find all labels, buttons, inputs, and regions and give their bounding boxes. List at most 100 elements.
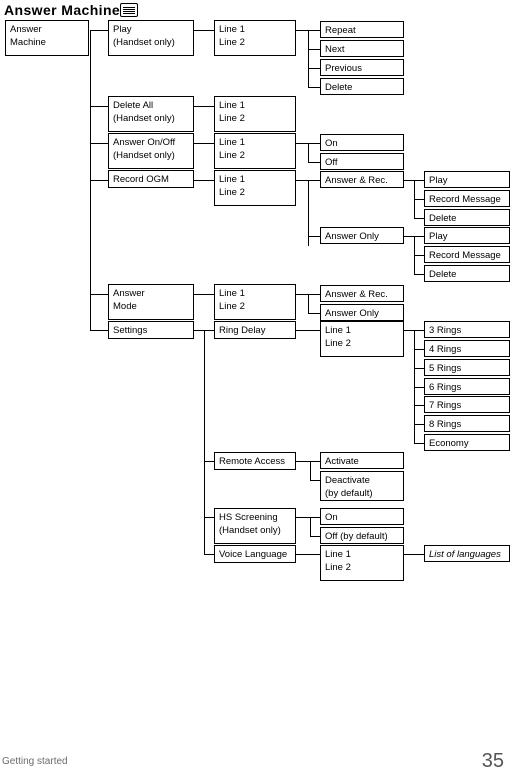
node-delete-all-lines: Line 1 Line 2 [214, 96, 296, 132]
connector-hs-screening [204, 517, 214, 518]
node-play-next: Next [320, 40, 404, 57]
connector-remote-deactivate [310, 480, 320, 481]
node-voice-language-lines: Line 1 Line 2 [320, 545, 404, 581]
connector-mode-answer-and-rec [308, 294, 320, 295]
node-mode-answer-only: Answer Only [320, 304, 404, 321]
node-hs-on: On [320, 508, 404, 525]
connector-play-previous [308, 68, 320, 69]
node-hs-screening: HS Screening (Handset only) [214, 508, 296, 544]
connector-ring-4 [414, 349, 424, 350]
node-answer-mode-lines: Line 1 Line 2 [214, 284, 296, 320]
connector-play-actions-trunk [308, 30, 309, 88]
connector-ring-delay [204, 330, 214, 331]
node-ogm-ar-record-message: Record Message [424, 190, 510, 207]
connector-ogm-ao-to-actions [404, 236, 414, 237]
connector-ring-3 [414, 330, 424, 331]
connector-mode-answer-only [308, 313, 320, 314]
node-ring-economy: Economy [424, 434, 510, 451]
connector-voice-language-lines [296, 554, 320, 555]
node-ogm-answer-and-rec: Answer & Rec. [320, 171, 404, 188]
node-mode-answer-and-rec: Answer & Rec. [320, 285, 404, 302]
node-ogm-ar-delete: Delete [424, 209, 510, 226]
node-answer-machine: Answer Machine [5, 20, 89, 56]
connector-hs-off [310, 536, 320, 537]
connector-root-play [90, 30, 108, 31]
connector-root-answer-on-off [90, 143, 108, 144]
node-remote-deactivate: Deactivate (by default) [320, 471, 404, 501]
node-answer-off: Off [320, 153, 404, 170]
node-ring-3: 3 Rings [424, 321, 510, 338]
node-play: Play (Handset only) [108, 20, 194, 56]
node-answer-on: On [320, 134, 404, 151]
node-voice-language: Voice Language [214, 545, 296, 563]
connector-play-lines [194, 30, 214, 31]
connector-answer-mode-trunk [308, 294, 309, 313]
connector-answer-mode-lines [194, 294, 214, 295]
node-ring-6: 6 Rings [424, 378, 510, 395]
connector-root-delete-all [90, 106, 108, 107]
node-ogm-ar-play: Play [424, 171, 510, 188]
node-ogm-ao-delete: Delete [424, 265, 510, 282]
node-answer-mode: Answer Mode [108, 284, 194, 320]
connector-root-settings [90, 330, 108, 331]
connector-answer-mode-to-values [296, 294, 308, 295]
node-ogm-answer-only: Answer Only [320, 227, 404, 244]
connector-answer-on-off-lines [194, 143, 214, 144]
node-list-of-languages: List of languages [424, 545, 510, 562]
connector-answer-on-off-trunk [308, 143, 309, 162]
node-record-ogm: Record OGM [108, 170, 194, 188]
node-ring-delay-lines: Line 1 Line 2 [320, 321, 404, 357]
node-ring-delay: Ring Delay [214, 321, 296, 339]
connector-ogm-answer-only [308, 236, 320, 237]
connector-record-ogm-to-modes [296, 180, 308, 181]
connector-ogm-ao-delete [414, 274, 424, 275]
answer-machine-icon [120, 3, 138, 17]
page-number: 35 [481, 750, 504, 772]
connector-play-delete [308, 87, 320, 88]
node-remote-access: Remote Access [214, 452, 296, 470]
node-ring-5: 5 Rings [424, 359, 510, 376]
page-title: Answer Machine [4, 2, 121, 18]
node-settings: Settings [108, 321, 194, 339]
connector-remote-access-trunk [310, 461, 311, 480]
connector-ring-7 [414, 405, 424, 406]
connector-ogm-ao-play [414, 236, 424, 237]
connector-answer-off [308, 162, 320, 163]
connector-ring-lines-to-values [404, 330, 414, 331]
node-answer-on-off-lines: Line 1 Line 2 [214, 133, 296, 169]
node-play-delete: Delete [320, 78, 404, 95]
node-answer-on-off: Answer On/Off (Handset only) [108, 133, 194, 169]
connector-remote-activate [310, 461, 320, 462]
connector-ring-economy [414, 443, 424, 444]
node-delete-all: Delete All (Handset only) [108, 96, 194, 132]
connector-remote-access [204, 461, 214, 462]
node-ogm-ao-record-message: Record Message [424, 246, 510, 263]
connector-ogm-ar-delete [414, 218, 424, 219]
connector-hs-screening-to-values [296, 517, 310, 518]
connector-delete-all-lines [194, 106, 214, 107]
connector-root-answer-mode [90, 294, 108, 295]
node-record-ogm-lines: Line 1 Line 2 [214, 170, 296, 206]
connector-settings-trunk [204, 330, 205, 555]
connector-answer-on-off-to-values [296, 143, 308, 144]
connector-settings-to-items [194, 330, 204, 331]
connector-remote-access-to-values [296, 461, 310, 462]
connector-ogm-ao-record-message [414, 255, 424, 256]
node-hs-off: Off (by default) [320, 527, 404, 544]
connector-ogm-ar-play [414, 180, 424, 181]
connector-hs-on [310, 517, 320, 518]
connector-ogm-answer-and-rec [308, 180, 320, 181]
connector-ring-delay-lines [296, 330, 320, 331]
connector-play-repeat [308, 30, 320, 31]
connector-ring-5 [414, 368, 424, 369]
connector-voice-language [204, 554, 214, 555]
connector-ring-6 [414, 387, 424, 388]
node-ogm-ao-play: Play [424, 227, 510, 244]
connector-play-lines-to-actions [296, 30, 308, 31]
node-ring-8: 8 Rings [424, 415, 510, 432]
node-ring-4: 4 Rings [424, 340, 510, 357]
connector-root-record-ogm [90, 180, 108, 181]
connector-hs-screening-trunk [310, 517, 311, 536]
node-ring-7: 7 Rings [424, 396, 510, 413]
node-play-lines: Line 1 Line 2 [214, 20, 296, 56]
